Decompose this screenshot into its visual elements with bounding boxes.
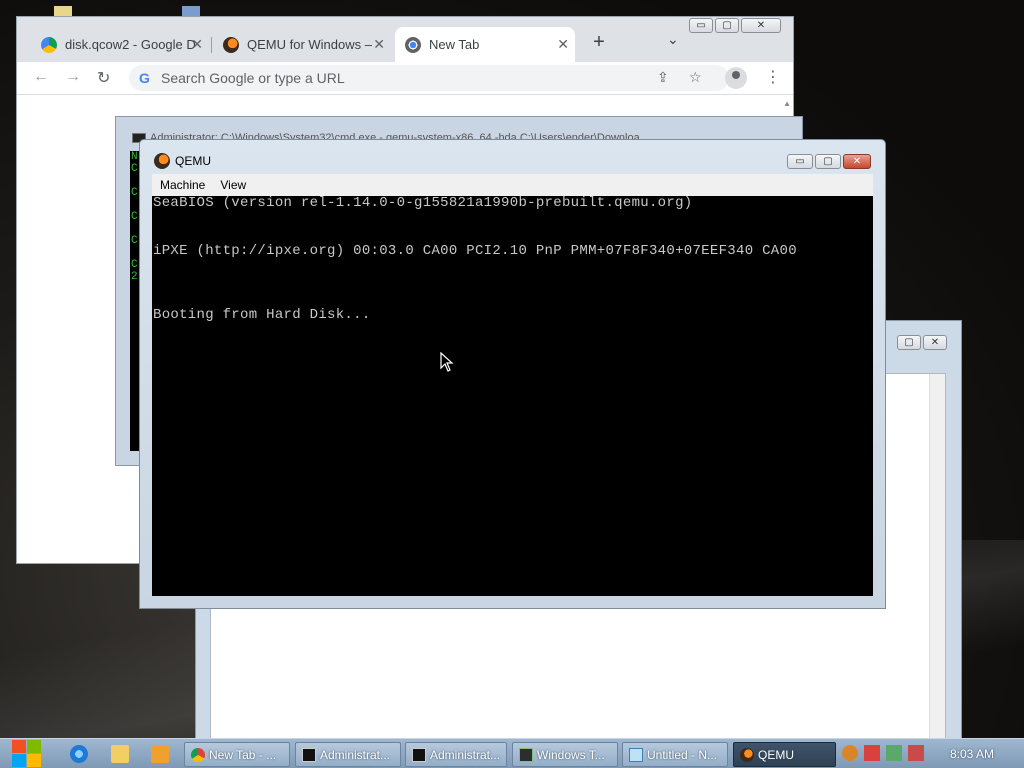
taskbar-item-cmd-2[interactable]: Administrat... bbox=[405, 742, 507, 767]
qemu-vm-display[interactable]: SeaBIOS (version rel-1.14.0-0-g155821a19… bbox=[152, 195, 873, 596]
volume-muted-icon[interactable] bbox=[908, 745, 924, 761]
maximize-button[interactable]: ▢ bbox=[715, 18, 739, 33]
google-drive-icon bbox=[41, 37, 57, 53]
new-tab-button[interactable]: + bbox=[589, 31, 609, 54]
notepad-window-controls: ▢ ✕ bbox=[897, 335, 947, 350]
qemu-icon bbox=[223, 37, 239, 53]
chrome-icon bbox=[191, 748, 205, 762]
taskbar-item-cmd-1[interactable]: Administrat... bbox=[295, 742, 401, 767]
qemu-window-title: QEMU bbox=[175, 154, 211, 168]
tab-close-icon[interactable]: ✕ bbox=[373, 36, 385, 53]
windows-logo-icon bbox=[12, 754, 26, 767]
omnibox[interactable]: G ⇪ ☆ bbox=[129, 65, 729, 91]
tab-label: QEMU for Windows – bbox=[247, 37, 372, 52]
windows-logo-icon bbox=[12, 740, 26, 753]
taskbar-item-label: Untitled - N... bbox=[647, 747, 718, 762]
desktop-folder-icon[interactable] bbox=[54, 6, 72, 16]
chrome-menu-icon[interactable]: ⋮ bbox=[765, 67, 781, 87]
minimize-button[interactable]: ▭ bbox=[689, 18, 713, 33]
qemu-icon bbox=[740, 748, 754, 762]
tab-qemu-for-windows[interactable]: QEMU for Windows – ✕ bbox=[221, 27, 391, 62]
taskbar-item-qemu[interactable]: QEMU bbox=[733, 742, 836, 767]
ipxe-line: iPXE (http://ipxe.org) 00:03.0 CA00 PCI2… bbox=[153, 243, 797, 259]
forward-arrow-icon[interactable]: → bbox=[65, 68, 81, 86]
tab-close-icon[interactable]: ✕ bbox=[191, 36, 203, 53]
qemu-icon bbox=[154, 153, 170, 169]
tab-label: disk.qcow2 - Google D bbox=[65, 37, 196, 52]
taskbar-item-label: Administrat... bbox=[320, 747, 391, 762]
back-arrow-icon[interactable]: ← bbox=[33, 68, 49, 86]
qemu-menubar: Machine View bbox=[152, 174, 873, 196]
qemu-window-controls: ▭ ▢ ✕ bbox=[787, 154, 871, 169]
seabios-version-line: SeaBIOS (version rel-1.14.0-0-g155821a19… bbox=[153, 195, 693, 211]
tray-show-hidden-icon[interactable] bbox=[842, 745, 858, 761]
media-player-icon[interactable] bbox=[151, 745, 169, 763]
close-button[interactable]: ✕ bbox=[741, 18, 781, 33]
google-g-icon: G bbox=[139, 70, 150, 86]
tab-label: New Tab bbox=[429, 37, 480, 52]
address-bar-input[interactable] bbox=[161, 68, 631, 88]
cmd-icon bbox=[302, 748, 316, 762]
chrome-tab-strip: disk.qcow2 - Google D ✕ QEMU for Windows… bbox=[17, 17, 793, 62]
taskbar-item-label: Administrat... bbox=[430, 747, 501, 762]
terminal-icon bbox=[519, 748, 533, 762]
windows-logo-icon bbox=[27, 754, 41, 767]
qemu-window: QEMU ▭ ▢ ✕ Machine View SeaBIOS (version… bbox=[139, 139, 886, 609]
taskbar-item-label: New Tab - ... bbox=[209, 747, 277, 762]
menu-view[interactable]: View bbox=[220, 178, 246, 192]
internet-explorer-icon[interactable] bbox=[70, 745, 88, 763]
qemu-titlebar[interactable]: QEMU ▭ ▢ ✕ bbox=[140, 140, 885, 170]
taskbar-item-label: QEMU bbox=[758, 747, 794, 762]
network-icon[interactable] bbox=[886, 745, 902, 761]
bookmark-star-icon[interactable]: ☆ bbox=[689, 69, 702, 86]
share-icon[interactable]: ⇪ bbox=[657, 69, 669, 86]
vertical-scrollbar[interactable] bbox=[929, 374, 945, 740]
taskbar: New Tab - ... Administrat... Administrat… bbox=[0, 738, 1024, 768]
file-explorer-icon[interactable] bbox=[111, 745, 129, 763]
tab-google-drive[interactable]: disk.qcow2 - Google D ✕ bbox=[39, 27, 209, 62]
tab-close-icon[interactable]: ✕ bbox=[557, 36, 569, 53]
chrome-icon bbox=[405, 37, 421, 53]
windows-logo-icon bbox=[27, 740, 41, 753]
system-tray bbox=[842, 745, 924, 761]
maximize-button[interactable]: ▢ bbox=[815, 154, 841, 169]
tab-new-tab[interactable]: New Tab ✕ bbox=[395, 27, 575, 62]
chrome-toolbar: ← → ↻ G ⇪ ☆ ⋮ bbox=[17, 62, 793, 95]
start-button[interactable] bbox=[12, 740, 42, 768]
maximize-button[interactable]: ▢ bbox=[897, 335, 921, 350]
close-button[interactable]: ✕ bbox=[923, 335, 947, 350]
tab-separator bbox=[211, 37, 212, 53]
scroll-up-arrow-icon[interactable]: ▲ bbox=[783, 99, 791, 108]
close-button[interactable]: ✕ bbox=[843, 154, 871, 169]
action-center-flag-icon[interactable] bbox=[864, 745, 880, 761]
taskbar-item-notepad[interactable]: Untitled - N... bbox=[622, 742, 728, 767]
taskbar-clock[interactable]: 8:03 AM bbox=[950, 747, 994, 761]
reload-icon[interactable]: ↻ bbox=[97, 68, 110, 88]
taskbar-item-windows-terminal[interactable]: Windows T... bbox=[512, 742, 618, 767]
booting-line: Booting from Hard Disk... bbox=[153, 307, 371, 323]
menu-machine[interactable]: Machine bbox=[160, 178, 205, 192]
tab-search-chevron-icon[interactable]: ⌄ bbox=[667, 31, 679, 48]
taskbar-item-chrome[interactable]: New Tab - ... bbox=[184, 742, 290, 767]
desktop-app-icon[interactable] bbox=[182, 6, 200, 16]
cmd-icon bbox=[412, 748, 426, 762]
minimize-button[interactable]: ▭ bbox=[787, 154, 813, 169]
chrome-window-controls: ▭ ▢ ✕ bbox=[689, 18, 781, 33]
profile-avatar-icon[interactable] bbox=[725, 67, 747, 89]
taskbar-item-label: Windows T... bbox=[537, 747, 605, 762]
notepad-icon bbox=[629, 748, 643, 762]
